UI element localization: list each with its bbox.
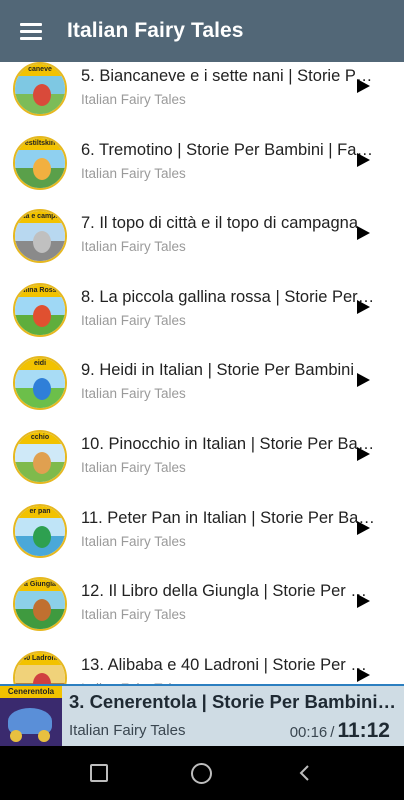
video-thumbnail[interactable]: città e campagna bbox=[13, 209, 67, 263]
list-item[interactable]: estiltskin 6. Tremotino | Storie Per Bamb… bbox=[0, 126, 404, 200]
player-thumb-label: Cenerentola bbox=[0, 686, 62, 698]
video-thumbnail[interactable]: estiltskin bbox=[13, 136, 67, 190]
item-subtitle: Italian Fairy Tales bbox=[81, 166, 186, 181]
circle-home-icon[interactable] bbox=[191, 763, 212, 784]
play-icon[interactable] bbox=[357, 300, 370, 314]
play-icon[interactable] bbox=[357, 521, 370, 535]
system-nav-bar bbox=[0, 746, 404, 800]
item-title[interactable]: 11. Peter Pan in Italian | Storie Per Ba… bbox=[81, 508, 377, 528]
player-time: 00:16/11:12 bbox=[290, 719, 390, 743]
thumb-label: caneve bbox=[15, 64, 65, 76]
item-title[interactable]: 8. La piccola gallina rossa | Storie Per… bbox=[81, 287, 377, 307]
thumb-figure bbox=[33, 452, 51, 474]
hamburger-menu-icon[interactable] bbox=[0, 0, 62, 62]
thumb-label: città e campagna bbox=[15, 211, 65, 223]
thumb-figure bbox=[33, 599, 51, 621]
back-triangle-icon[interactable] bbox=[296, 764, 314, 782]
play-icon[interactable] bbox=[357, 226, 370, 240]
list-item[interactable]: a Giungla 12. Il Libro della Giungla | St… bbox=[0, 567, 404, 641]
item-subtitle: Italian Fairy Tales bbox=[81, 239, 186, 254]
thumb-figure bbox=[33, 305, 51, 327]
item-subtitle: Italian Fairy Tales bbox=[81, 386, 186, 401]
thumb-label: cchio bbox=[15, 432, 65, 444]
thumb-label: er pan bbox=[15, 506, 65, 518]
thumb-label: a Giungla bbox=[15, 579, 65, 591]
video-thumbnail[interactable]: caneve bbox=[13, 62, 67, 116]
play-icon[interactable] bbox=[357, 668, 370, 682]
thumb-label: allina Rossa bbox=[15, 285, 65, 297]
item-title[interactable]: 7. Il topo di città e il topo di campagn… bbox=[81, 213, 377, 233]
video-thumbnail[interactable]: a Giungla bbox=[13, 577, 67, 631]
item-title[interactable]: 6. Tremotino | Storie Per Bambini | Favo… bbox=[81, 140, 377, 160]
player-subtitle: Italian Fairy Tales bbox=[69, 722, 186, 739]
wheel-shape bbox=[38, 730, 50, 742]
thumb-figure bbox=[33, 378, 51, 400]
wheel-shape bbox=[10, 730, 22, 742]
item-title[interactable]: 12. Il Libro della Giungla | Storie Per … bbox=[81, 581, 377, 601]
thumb-figure bbox=[33, 231, 51, 253]
list-item[interactable]: er pan 11. Peter Pan in Italian | Storie … bbox=[0, 494, 404, 568]
list-item[interactable]: 40 Ladroni 13. Alibaba e 40 Ladroni | Sto… bbox=[0, 641, 404, 684]
play-icon[interactable] bbox=[357, 447, 370, 461]
play-icon[interactable] bbox=[357, 153, 370, 167]
square-recents-icon[interactable] bbox=[90, 764, 108, 782]
app-title: Italian Fairy Tales bbox=[67, 19, 244, 42]
item-subtitle: Italian Fairy Tales bbox=[81, 607, 186, 622]
play-icon[interactable] bbox=[357, 594, 370, 608]
thumb-figure bbox=[33, 526, 51, 548]
thumb-label: estiltskin bbox=[15, 138, 65, 150]
video-thumbnail[interactable]: er pan bbox=[13, 504, 67, 558]
video-thumbnail[interactable]: eidi bbox=[13, 356, 67, 410]
duration: 11:12 bbox=[337, 719, 390, 742]
list-item[interactable]: cchio 10. Pinocchio in Italian | Storie P… bbox=[0, 420, 404, 494]
item-title[interactable]: 5. Biancaneve e i sette nani | Storie Pe… bbox=[81, 66, 377, 86]
video-thumbnail[interactable]: cchio bbox=[13, 430, 67, 484]
video-list[interactable]: caneve 5. Biancaneve e i sette nani | Sto… bbox=[0, 62, 404, 684]
mini-player[interactable]: Cenerentola 3. Cenerentola | Storie Per … bbox=[0, 684, 404, 746]
current-time: 00:16 bbox=[289, 724, 328, 741]
list-item[interactable]: caneve 5. Biancaneve e i sette nani | Sto… bbox=[0, 62, 404, 126]
item-subtitle: Italian Fairy Tales bbox=[81, 92, 186, 107]
item-title[interactable]: 13. Alibaba e 40 Ladroni | Storie Per Ba… bbox=[81, 655, 377, 675]
item-subtitle: Italian Fairy Tales bbox=[81, 534, 186, 549]
thumb-label: 40 Ladroni bbox=[15, 653, 65, 665]
item-subtitle: Italian Fairy Tales bbox=[81, 460, 186, 475]
time-separator: / bbox=[330, 724, 335, 741]
list-item[interactable]: allina Rossa 8. La piccola gallina rossa … bbox=[0, 273, 404, 347]
item-title[interactable]: 10. Pinocchio in Italian | Storie Per Ba… bbox=[81, 434, 377, 454]
video-thumbnail[interactable]: allina Rossa bbox=[13, 283, 67, 337]
play-icon[interactable] bbox=[357, 79, 370, 93]
item-title[interactable]: 9. Heidi in Italian | Storie Per Bambini bbox=[81, 360, 377, 380]
player-thumbnail[interactable]: Cenerentola bbox=[0, 686, 62, 746]
thumb-figure bbox=[33, 158, 51, 180]
app-bar: Italian Fairy Tales bbox=[0, 0, 404, 62]
thumb-figure bbox=[33, 84, 51, 106]
video-thumbnail[interactable]: 40 Ladroni bbox=[13, 651, 67, 684]
item-subtitle: Italian Fairy Tales bbox=[81, 313, 186, 328]
list-item[interactable]: città e campagna 7. Il topo di città e il… bbox=[0, 199, 404, 273]
player-title[interactable]: 3. Cenerentola | Storie Per Bambini | Fa… bbox=[69, 691, 399, 713]
list-item[interactable]: eidi 9. Heidi in Italian | Storie Per Bam… bbox=[0, 346, 404, 420]
thumb-label: eidi bbox=[15, 358, 65, 370]
play-icon[interactable] bbox=[357, 373, 370, 387]
